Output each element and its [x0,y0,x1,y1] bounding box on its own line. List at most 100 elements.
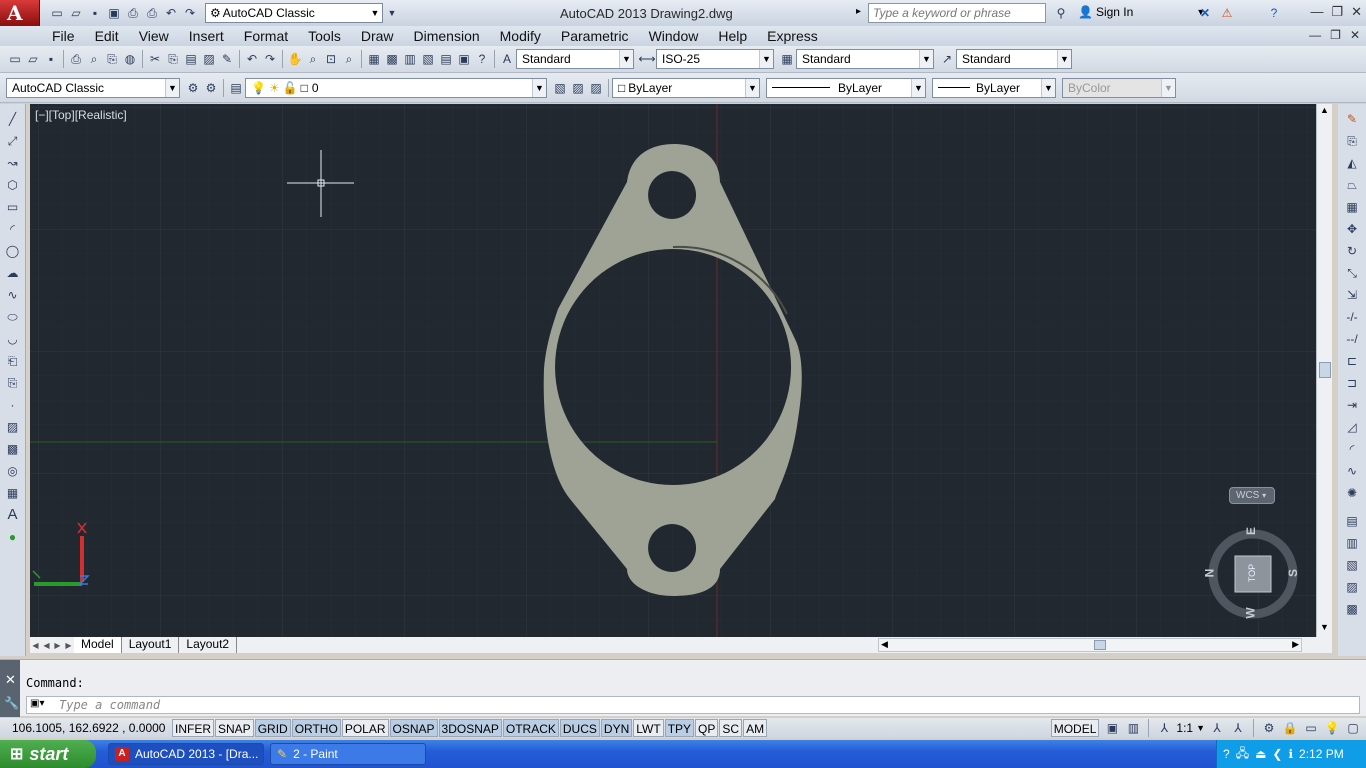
drawing-viewport[interactable]: [−][Top][Realistic] WCS ▾ TOP N S E W [30,104,1316,637]
vertical-scrollbar[interactable]: ▲ ▼ [1316,104,1332,637]
model-space-toggle[interactable]: MODEL [1050,719,1100,737]
command-line-grip[interactable]: ✕ 🔧 [0,660,20,717]
scroll-down-icon[interactable]: ▼ [1320,622,1329,632]
tool-palettes-icon[interactable]: ▥ [401,50,419,68]
restore-icon[interactable]: ❐ [1331,4,1343,20]
text-style-icon[interactable]: A [498,50,516,68]
text-style-select[interactable]: Standard ▼ [516,49,634,69]
publish-icon[interactable]: ⎘ [103,50,121,68]
workspace-toolbar-select[interactable]: AutoCAD Classic ▼ [6,77,180,98]
binoculars-icon[interactable]: ⚲ [1052,4,1070,22]
first-tab-icon[interactable]: ◀ [30,641,41,650]
workspace-toolbar-icon[interactable]: ⚙ [202,79,220,97]
next-tab-icon[interactable]: ▶ [52,641,63,650]
help-tray-icon[interactable]: ? [1223,747,1230,761]
ellipse-icon[interactable]: ⬭ [4,308,22,326]
hatch-icon[interactable]: ▨ [4,418,22,436]
cut-icon[interactable]: ✂ [146,50,164,68]
sheet-set-icon[interactable]: ▧ [419,50,437,68]
stretch-icon[interactable]: ⇲ [1343,286,1361,304]
customize-command-line-icon[interactable]: 🔧 [4,696,19,710]
status-toggle-dyn[interactable]: DYN [600,719,633,737]
doc-close-icon[interactable]: ✕ [1350,28,1360,42]
tab-layout2[interactable]: Layout2 [179,637,238,653]
tab-model[interactable]: Model [74,637,122,653]
tab-layout1[interactable]: Layout1 [122,637,180,653]
color-select[interactable]: □ ByLayer ▼ [612,77,760,98]
redo-icon[interactable]: ↷ [181,4,199,22]
status-toggle-infer[interactable]: INFER [172,719,214,737]
save-as-icon[interactable]: ▣ [105,4,123,22]
publish-icon[interactable]: ⎙ [124,4,142,22]
taskbar-item-paint[interactable]: ✎ 2 - Paint [270,743,426,765]
gradient-icon[interactable]: ▩ [4,440,22,458]
draw-order-icon[interactable]: ▤ [1343,512,1361,530]
close-command-line-icon[interactable]: ✕ [5,672,16,688]
menu-express[interactable]: Express [757,28,828,44]
viewcube-south[interactable]: S [1286,569,1300,577]
copy-icon[interactable]: ⎘ [164,50,182,68]
network-icon[interactable]: 🖧 [1236,744,1249,765]
arc-icon[interactable]: ◜ [4,220,22,238]
status-toggle-qp[interactable]: QP [695,719,719,737]
dim-style-icon[interactable]: ⟷ [638,50,656,68]
horizontal-scrollbar[interactable]: ◀ ▶ [878,638,1302,652]
safely-remove-icon[interactable]: ⏏ [1255,747,1266,761]
properties-icon[interactable]: ▦ [365,50,383,68]
erase-icon[interactable]: ✎ [1343,110,1361,128]
lock-ui-icon[interactable]: 🔒 [1281,719,1299,737]
block-editor-icon[interactable]: ✎ [218,50,236,68]
clock[interactable]: 2:12 PM [1299,747,1344,761]
menu-parametric[interactable]: Parametric [551,28,639,44]
send-to-back-icon[interactable]: ▧ [1343,556,1361,574]
viewcube-east[interactable]: E [1244,527,1258,535]
quick-view-layouts-icon[interactable]: ▣ [1103,719,1121,737]
wcs-menu-button[interactable]: WCS ▾ [1229,487,1275,504]
multiline-text-icon[interactable]: A [4,506,22,524]
scroll-right-icon[interactable]: ▶ [1292,639,1299,650]
scroll-up-icon[interactable]: ▲ [1320,105,1329,115]
join-icon[interactable]: ⇥ [1343,396,1361,414]
new-file-icon[interactable]: ▭ [48,4,66,22]
undo-icon[interactable]: ↶ [162,4,180,22]
blend-curves-icon[interactable]: ∿ [1343,462,1361,480]
menu-insert[interactable]: Insert [179,28,234,44]
table-style-icon[interactable]: ▦ [778,50,796,68]
table-style-select[interactable]: Standard ▼ [796,49,934,69]
viewport-controls-label[interactable]: [−][Top][Realistic] [35,108,127,122]
annotation-scale-icon[interactable]: ⅄ [1155,719,1173,737]
model-space-canvas[interactable] [30,104,1316,637]
start-button[interactable]: ⊞ start [0,740,96,768]
close-icon[interactable]: ✕ [1351,4,1362,20]
circle-icon[interactable]: ◯ [4,242,22,260]
doc-restore-icon[interactable]: ❐ [1330,28,1341,42]
viewcube-north[interactable]: N [1202,569,1216,578]
layer-properties-icon[interactable]: ▤ [227,79,245,97]
mirror-icon[interactable]: ◭ [1343,154,1361,172]
linetype-select[interactable]: ByLayer ▼ [766,77,926,98]
break-at-point-icon[interactable]: ⊏ [1343,352,1361,370]
plot-icon[interactable]: ⎙ [67,50,85,68]
horizontal-scroll-thumb[interactable] [1094,640,1106,650]
status-toggle-ducs[interactable]: DUCS [559,719,600,737]
menu-dimension[interactable]: Dimension [404,28,490,44]
layer-states-icon[interactable]: ▨ [587,79,605,97]
menu-help[interactable]: Help [708,28,757,44]
extend-icon[interactable]: --/ [1343,330,1361,348]
menu-window[interactable]: Window [639,28,709,44]
chamfer-icon[interactable]: ◿ [1343,418,1361,436]
menu-edit[interactable]: Edit [85,28,129,44]
multileader-style-icon[interactable]: ↗ [938,50,956,68]
qnew-icon[interactable]: ▭ [6,50,24,68]
hardware-acceleration-icon[interactable]: ▭ [1302,719,1320,737]
redo-icon[interactable]: ↷ [261,50,279,68]
break-icon[interactable]: ⊐ [1343,374,1361,392]
revision-cloud-icon[interactable]: ☁ [4,264,22,282]
status-toggle-snap[interactable]: SNAP [215,719,254,737]
save-icon[interactable]: ▪ [86,4,104,22]
explode-icon[interactable]: ✺ [1343,484,1361,502]
multileader-style-select[interactable]: Standard ▼ [956,49,1072,69]
menu-tools[interactable]: Tools [298,28,351,44]
qat-customize-icon[interactable]: ▼ [383,4,401,22]
status-toggle-polar[interactable]: POLAR [341,719,389,737]
